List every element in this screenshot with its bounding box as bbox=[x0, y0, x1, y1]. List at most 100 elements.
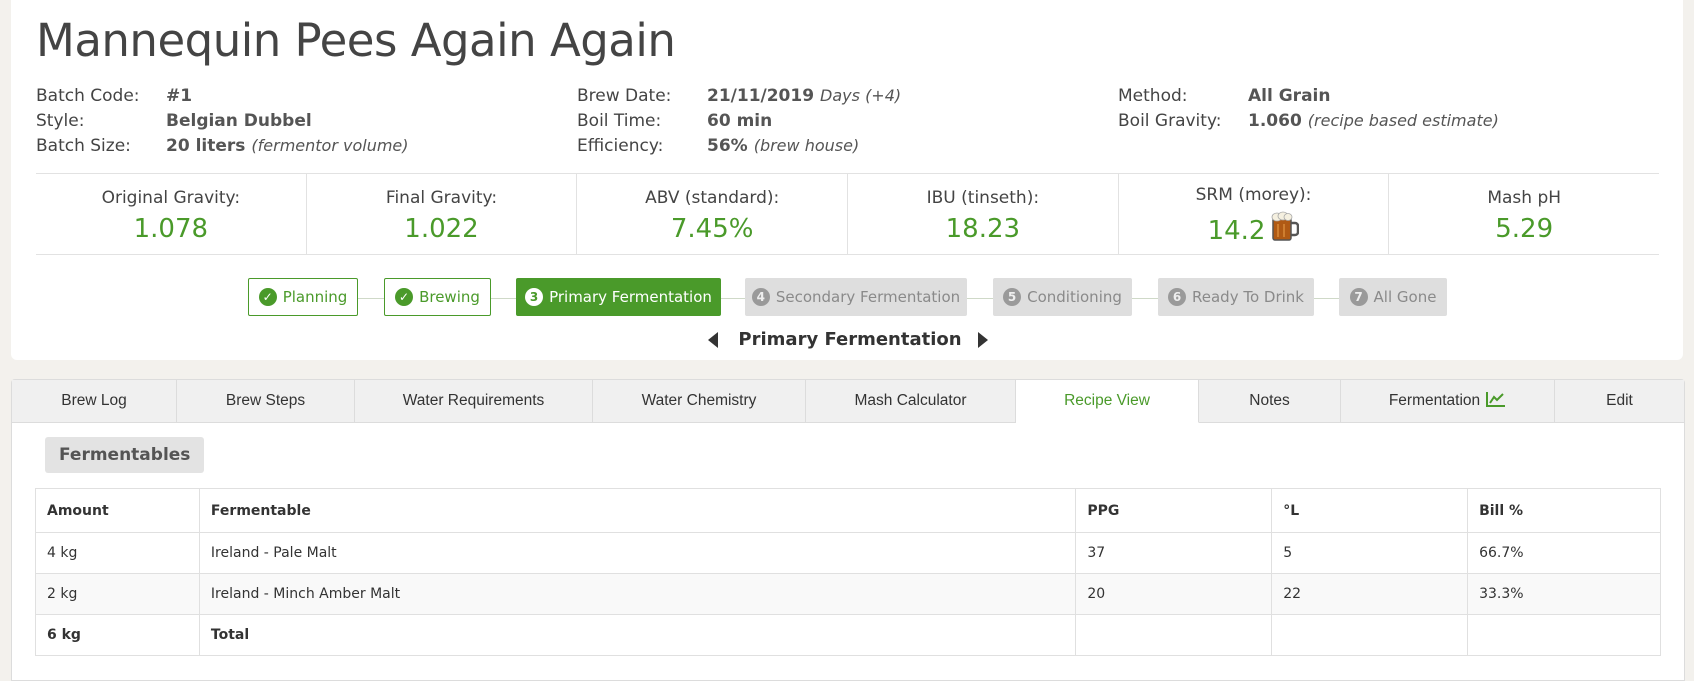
table-cell: 66.7% bbox=[1467, 532, 1661, 574]
stat-value: 14.2 bbox=[1207, 215, 1266, 246]
info-label: Method: bbox=[1118, 86, 1188, 106]
stage-brewing[interactable]: ✓ Brewing bbox=[384, 278, 491, 316]
checkmark-icon: ✓ bbox=[395, 288, 414, 306]
stage-all-gone[interactable]: 7 All Gone bbox=[1339, 278, 1447, 316]
stage-label: Ready To Drink bbox=[1192, 288, 1304, 306]
batch-code-row: Batch Code: #1 bbox=[36, 86, 409, 111]
stage-ready-to-drink[interactable]: 6 Ready To Drink bbox=[1158, 278, 1314, 316]
table-cell: Total bbox=[198, 614, 1077, 656]
checkmark-icon: ✓ bbox=[258, 288, 277, 306]
info-label: Batch Code: bbox=[36, 86, 140, 106]
stage-label: Primary Fermentation bbox=[549, 288, 712, 306]
table-cell bbox=[1271, 614, 1469, 656]
stage-stepper: ✓ Planning ✓ Brewing 3 Primary Fermentat… bbox=[0, 278, 1694, 320]
stat-value: 1.022 bbox=[404, 214, 479, 244]
beer-mug-icon bbox=[1271, 211, 1300, 250]
column-header: Amount bbox=[35, 488, 200, 533]
efficiency-row: Efficiency: 56% (brew house) bbox=[577, 136, 901, 161]
info-label: Boil Time: bbox=[577, 111, 662, 131]
tab-label: Fermentation bbox=[1388, 392, 1481, 409]
column-header: Bill % bbox=[1467, 488, 1661, 533]
info-label: Brew Date: bbox=[577, 86, 672, 106]
table-cell: Ireland - Minch Amber Malt bbox=[198, 573, 1077, 615]
stat-original-gravity: Original Gravity: 1.078 bbox=[36, 174, 307, 254]
stage-label: Brewing bbox=[419, 288, 480, 306]
info-note: (brew house) bbox=[753, 136, 860, 155]
info-label: Efficiency: bbox=[577, 136, 664, 156]
tab-notes[interactable]: Notes bbox=[1199, 380, 1341, 422]
table-cell: 4 kg bbox=[35, 532, 200, 574]
info-value: All Grain bbox=[1248, 86, 1331, 106]
info-value: 1.060 bbox=[1248, 111, 1302, 131]
table-cell: Ireland - Pale Malt bbox=[198, 532, 1077, 574]
table-header-row: Amount Fermentable PPG °L Bill % bbox=[35, 488, 1661, 533]
stat-srm: SRM (morey): 14.2 bbox=[1119, 174, 1390, 254]
table-cell: 2 kg bbox=[35, 573, 200, 615]
column-header: °L bbox=[1271, 488, 1469, 533]
stat-final-gravity: Final Gravity: 1.022 bbox=[307, 174, 578, 254]
tab-recipe-view[interactable]: Recipe View bbox=[1016, 380, 1199, 423]
stat-label: IBU (tinseth): bbox=[926, 188, 1040, 208]
info-value: #1 bbox=[166, 86, 193, 106]
page-title: Mannequin Pees Again Again bbox=[36, 14, 676, 67]
stepper-connector bbox=[720, 298, 745, 299]
table-total-row: 6 kg Total bbox=[35, 614, 1661, 656]
line-chart-icon bbox=[1486, 391, 1506, 412]
stage-label: Conditioning bbox=[1027, 288, 1122, 306]
stage-number-badge: 4 bbox=[751, 288, 770, 306]
tab-water-chemistry[interactable]: Water Chemistry bbox=[593, 380, 806, 422]
info-note: Days (+4) bbox=[820, 86, 902, 105]
tab-mash-calculator[interactable]: Mash Calculator bbox=[806, 380, 1016, 422]
tab-brew-steps[interactable]: Brew Steps bbox=[177, 380, 355, 422]
next-stage-arrow-icon[interactable] bbox=[978, 332, 988, 348]
stage-secondary-fermentation[interactable]: 4 Secondary Fermentation bbox=[745, 278, 967, 316]
stat-value: 1.078 bbox=[133, 214, 209, 244]
tab-water-requirements[interactable]: Water Requirements bbox=[355, 380, 593, 422]
stage-primary-fermentation[interactable]: 3 Primary Fermentation bbox=[516, 278, 721, 316]
brew-date-row: Brew Date: 21/11/2019 Days (+4) bbox=[577, 86, 901, 111]
stage-navigator: Primary Fermentation bbox=[700, 326, 1000, 356]
stage-label: All Gone bbox=[1373, 288, 1437, 306]
stat-mash-ph: Mash pH 5.29 bbox=[1389, 174, 1659, 254]
stat-label: Original Gravity: bbox=[101, 188, 241, 208]
stat-value: 7.45% bbox=[670, 214, 754, 244]
stage-number-badge: 5 bbox=[1003, 288, 1022, 306]
table-cell: 5 bbox=[1271, 532, 1469, 574]
table-cell: 33.3% bbox=[1467, 573, 1661, 615]
stepper-connector bbox=[966, 298, 993, 299]
stage-planning[interactable]: ✓ Planning bbox=[248, 278, 358, 316]
boil-time-row: Boil Time: 60 min bbox=[577, 111, 901, 136]
stepper-connector bbox=[1313, 298, 1339, 299]
table-row: 2 kg Ireland - Minch Amber Malt 20 22 33… bbox=[35, 573, 1661, 615]
info-label: Batch Size: bbox=[36, 136, 131, 156]
table-cell bbox=[1075, 614, 1273, 656]
info-note: (fermentor volume) bbox=[251, 136, 409, 155]
current-stage-title: Primary Fermentation bbox=[738, 329, 962, 350]
boil-gravity-row: Boil Gravity: 1.060 (recipe based estima… bbox=[1118, 111, 1499, 136]
info-column-3: Method: All Grain Boil Gravity: 1.060 (r… bbox=[1118, 86, 1499, 136]
info-note: (recipe based estimate) bbox=[1307, 111, 1499, 130]
info-column-2: Brew Date: 21/11/2019 Days (+4) Boil Tim… bbox=[577, 86, 901, 161]
stat-label: Mash pH bbox=[1487, 188, 1562, 208]
info-value: 20 liters bbox=[166, 136, 246, 156]
table-cell: 22 bbox=[1271, 573, 1469, 615]
stage-label: Planning bbox=[282, 288, 348, 306]
stat-label: Final Gravity: bbox=[385, 188, 498, 208]
table-cell: 6 kg bbox=[35, 614, 200, 656]
tab-edit[interactable]: Edit bbox=[1555, 380, 1684, 422]
stage-conditioning[interactable]: 5 Conditioning bbox=[993, 278, 1132, 316]
method-row: Method: All Grain bbox=[1118, 86, 1499, 111]
stepper-connector bbox=[357, 298, 385, 299]
stage-number-badge: 7 bbox=[1349, 288, 1368, 306]
table-cell bbox=[1467, 614, 1661, 656]
tab-bar: Brew Log Brew Steps Water Requirements W… bbox=[12, 380, 1684, 423]
tab-fermentation[interactable]: Fermentation bbox=[1341, 380, 1555, 422]
info-label: Boil Gravity: bbox=[1118, 111, 1222, 131]
table-cell: 20 bbox=[1075, 573, 1273, 615]
stat-ibu: IBU (tinseth): 18.23 bbox=[848, 174, 1119, 254]
recipe-tabs-panel: Brew Log Brew Steps Water Requirements W… bbox=[11, 379, 1685, 681]
fermentables-table: Amount Fermentable PPG °L Bill % 4 kg Ir… bbox=[35, 488, 1661, 656]
style-row: Style: Belgian Dubbel bbox=[36, 111, 409, 136]
column-header: Fermentable bbox=[198, 488, 1077, 533]
tab-brew-log[interactable]: Brew Log bbox=[12, 380, 177, 422]
